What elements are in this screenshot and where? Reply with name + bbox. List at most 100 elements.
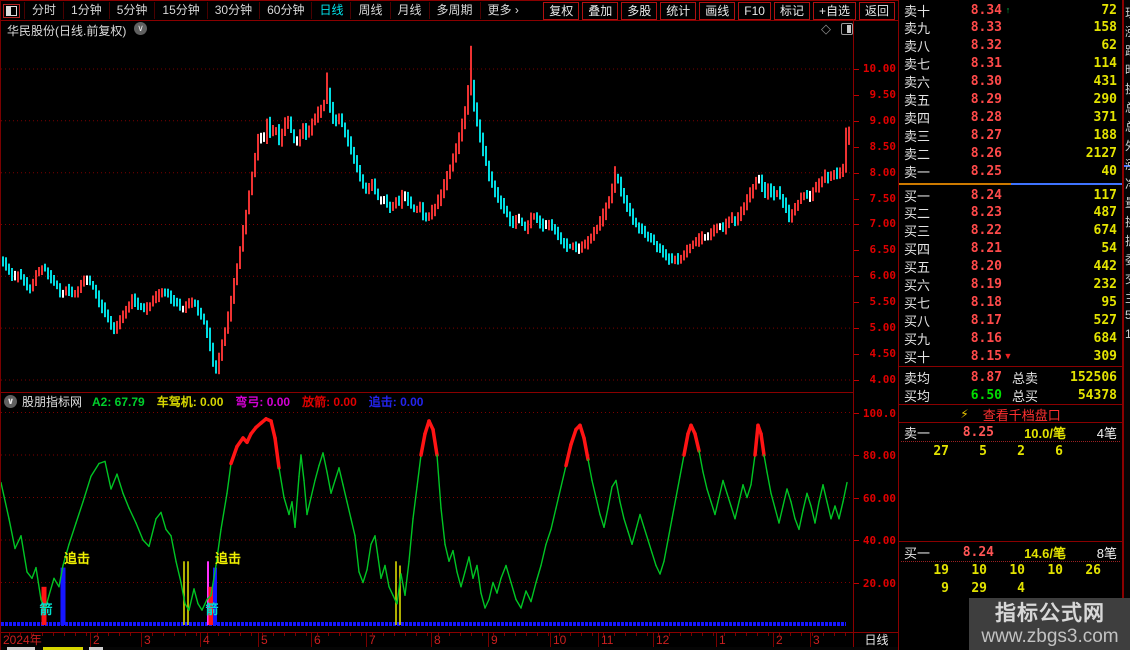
level-label: 卖七 <box>904 57 931 73</box>
buy-one-detail[interactable]: 买一 8.24 14.6/笔 8笔 <box>899 544 1122 561</box>
toolbar-button-F10[interactable]: F10 <box>738 1 771 20</box>
menu-item-日线[interactable]: 日线 <box>311 2 350 19</box>
buy-level-买五[interactable]: 买五 8.20 442 <box>899 258 1122 276</box>
level2-quote-link[interactable]: ⚡ 查看千档盘口 <box>899 406 1122 423</box>
menu-item-5分钟[interactable]: 5分钟 <box>108 2 155 19</box>
month-divider <box>773 633 774 647</box>
tick-mark <box>854 540 859 541</box>
buy-level-买七[interactable]: 买七 8.18 95 <box>899 293 1122 311</box>
buy-level-买一[interactable]: 买一 8.24 117 <box>899 186 1122 204</box>
clipped-char: 交 <box>1125 270 1130 287</box>
sell-level-卖六[interactable]: 卖六 8.30 431 <box>899 73 1122 91</box>
buy-level-买四[interactable]: 买四 8.21 54 <box>899 240 1122 258</box>
clipped-char: 主 <box>1125 289 1130 306</box>
indicator-chart[interactable]: 追击 追击箭 箭 <box>1 410 853 632</box>
sell-level-卖二[interactable]: 卖二 8.26 2127 <box>899 144 1122 162</box>
sell-level-卖九[interactable]: 卖九 8.33 158 <box>899 19 1122 37</box>
sell-level-卖八[interactable]: 卖八 8.32 62 <box>899 37 1122 55</box>
tick-mark <box>854 224 859 226</box>
month-divider <box>488 633 489 647</box>
signal-label-箭: 箭 <box>39 602 52 617</box>
signal-label-追击: 追击 <box>215 551 241 566</box>
chevron-down-icon[interactable]: ∨ <box>134 22 147 35</box>
price-tick-9.50: 9.50 <box>869 87 897 101</box>
detail-price: 8.25 <box>962 425 994 440</box>
signal-label-箭: 箭 <box>205 602 218 617</box>
buy-level-买十[interactable]: 买十 8.15 ▼ 309 <box>899 347 1122 365</box>
chevron-down-icon[interactable]: ∨ <box>4 395 17 408</box>
toolbar-button-返回[interactable]: 返回 <box>858 1 895 20</box>
toolbar-button-统计[interactable]: 统计 <box>660 1 697 20</box>
detail-per-order: 10.0/笔 <box>1024 426 1066 441</box>
buy-level-买八[interactable]: 买八 8.17 527 <box>899 311 1122 329</box>
summary-value: 54378 <box>1077 387 1117 403</box>
menu-item-更多 ›[interactable]: 更多 › <box>479 2 526 19</box>
menu-item-多周期[interactable]: 多周期 <box>428 2 480 19</box>
menu-item-月线[interactable]: 月线 <box>389 2 429 19</box>
diamond-icon[interactable]: ◇ <box>821 22 831 35</box>
sell-level-卖七[interactable]: 卖七 8.31 114 <box>899 55 1122 73</box>
sell-level-卖一[interactable]: 卖一 8.25 40 <box>899 162 1122 180</box>
clipped-char: 5 <box>1125 308 1130 322</box>
sell-level-卖四[interactable]: 卖四 8.28 371 <box>899 108 1122 126</box>
dotted-divider <box>901 441 1120 442</box>
period-label[interactable]: 日线 <box>853 633 899 647</box>
menu-item-分时[interactable]: 分时 <box>24 2 63 19</box>
month-divider <box>653 633 654 647</box>
indicator-tick-20.00: 20.00 <box>862 576 896 590</box>
toolbar-button-复权[interactable]: 复权 <box>543 1 580 20</box>
menu-item-1分钟[interactable]: 1分钟 <box>63 2 109 19</box>
queue-value: 4 <box>1017 581 1025 596</box>
buy-level-买九[interactable]: 买九 8.16 684 <box>899 329 1122 347</box>
stock-title[interactable]: 华民股份(日线.前复权) <box>7 22 126 39</box>
level-label: 买六 <box>904 278 931 293</box>
sell-one-detail[interactable]: 卖一 8.25 10.0/笔 4笔 <box>899 424 1122 441</box>
menu-item-30分钟[interactable]: 30分钟 <box>206 2 259 19</box>
minor-tick <box>515 633 516 636</box>
menu-item-周线[interactable]: 周线 <box>350 2 389 19</box>
sidebar-toggle-icon[interactable] <box>841 23 853 35</box>
clipped-char: 量 <box>1125 194 1130 211</box>
indicator-header: ∨ 股朋指标网 A2: 67.79 车驾机: 0.00 弯弓: 0.00 放箭: 0.… <box>1 392 853 410</box>
indicator-tick-60.00: 60.00 <box>862 491 896 505</box>
minor-tick <box>680 633 681 636</box>
toolbar-button-+自选[interactable]: +自选 <box>812 1 856 20</box>
minor-tick <box>526 633 527 636</box>
sell-level-卖五[interactable]: 卖五 8.29 290 <box>899 91 1122 109</box>
level-label: 买九 <box>904 331 931 347</box>
menu-item-60分钟[interactable]: 60分钟 <box>259 2 311 19</box>
main-candlestick-chart[interactable] <box>1 38 853 391</box>
sell-level-卖十[interactable]: 卖十 8.34 ↑ 72 <box>899 1 1122 19</box>
queue-value: 5 <box>979 444 987 459</box>
summary-label: 卖均 <box>904 370 931 386</box>
price-tick-10.00: 10.00 <box>862 62 896 75</box>
indicator-name[interactable]: 股朋指标网 <box>22 393 82 410</box>
clipped-char: 换 <box>1125 213 1130 230</box>
toolbar-button-叠加[interactable]: 叠加 <box>582 1 619 20</box>
menu-item-15分钟[interactable]: 15分钟 <box>154 2 206 19</box>
level-price: 8.34 <box>970 2 1002 18</box>
level-label: 卖十 <box>904 3 931 19</box>
window-pane-icon[interactable] <box>3 3 20 18</box>
summary-value: 152506 <box>1070 369 1117 385</box>
queue-value: 29 <box>971 581 987 596</box>
minor-tick <box>493 633 494 636</box>
buy-level-买二[interactable]: 买二 8.23 487 <box>899 204 1122 222</box>
sell-queue: 27 5 2 6 <box>911 444 1111 459</box>
level-price: 8.15 <box>970 348 1002 364</box>
queue-value: 10 <box>971 563 987 578</box>
level-volume: 674 <box>1093 223 1117 239</box>
buy-level-买六[interactable]: 买六 8.19 232 <box>899 276 1122 294</box>
toolbar-button-标记[interactable]: 标记 <box>773 1 810 20</box>
level-label: 买五 <box>904 260 931 276</box>
detail-label: 卖一 <box>904 426 931 441</box>
toolbar-button-画线[interactable]: 画线 <box>699 1 736 20</box>
minor-tick <box>416 633 417 636</box>
level-volume: 527 <box>1093 312 1117 328</box>
month-divider <box>311 633 312 647</box>
buy-level-买三[interactable]: 买三 8.22 674 <box>899 222 1122 240</box>
toolbar-button-多股[interactable]: 多股 <box>621 1 658 20</box>
sell-level-卖三[interactable]: 卖三 8.27 188 <box>899 126 1122 144</box>
minor-tick <box>53 633 54 636</box>
dotted-divider <box>901 561 1120 562</box>
